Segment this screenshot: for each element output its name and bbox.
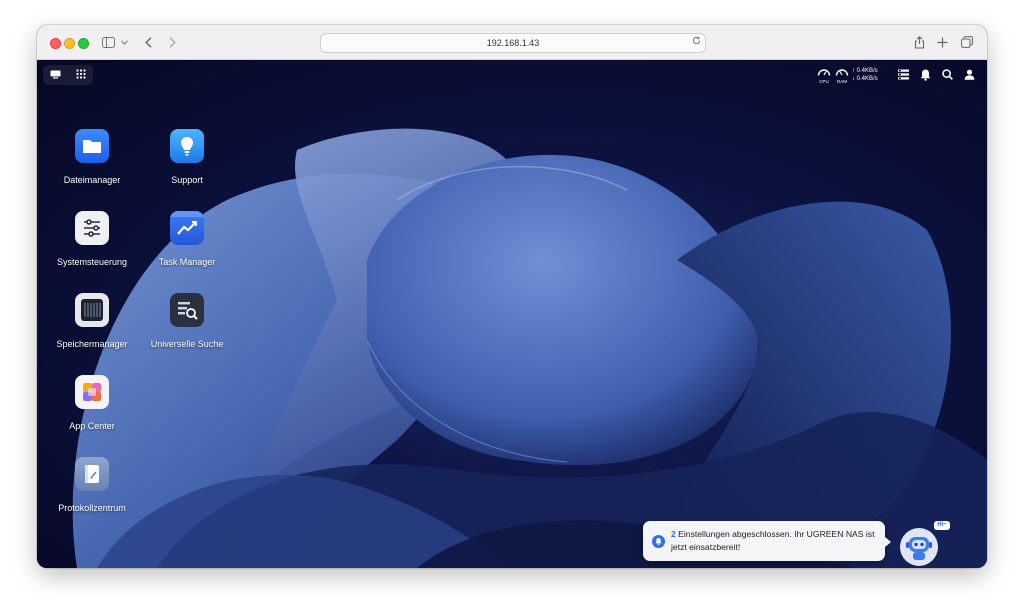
app-protokollzentrum[interactable]: Protokollzentrum xyxy=(42,457,142,513)
url-text: 192.168.1.43 xyxy=(486,38,540,48)
app-label: Dateimanager xyxy=(63,175,121,185)
app-systemsteuerung[interactable]: Systemsteuerung xyxy=(42,211,142,267)
tabs-overview-icon[interactable] xyxy=(960,34,974,50)
notifications-bell-icon[interactable] xyxy=(920,69,931,84)
chevron-down-icon[interactable] xyxy=(120,34,128,50)
download-rate: 0.4KB/s xyxy=(856,76,878,82)
browser-toolbar: 192.168.1.43 xyxy=(37,25,987,60)
app-label: Systemsteuerung xyxy=(56,257,128,267)
setup-notification[interactable]: 2 Einstellungen abgeschlossen. Ihr UGREE… xyxy=(643,521,891,561)
app-label: App Center xyxy=(69,421,115,431)
cpu-gauge-icon xyxy=(817,69,831,76)
search-icon[interactable] xyxy=(942,69,953,83)
network-rates[interactable]: ↑ 0.4KB/s ↓ 0.4KB/s xyxy=(852,67,878,83)
app-support[interactable]: Support xyxy=(137,129,237,185)
lightbulb-icon xyxy=(170,129,204,163)
log-icon xyxy=(75,457,109,491)
grid-icon[interactable] xyxy=(76,66,86,84)
user-icon[interactable] xyxy=(964,69,975,83)
address-bar[interactable]: 192.168.1.43 xyxy=(320,33,706,53)
nas-topbar: CPU RAM ↑ 0.4KB/s ↓ 0.4KB/s xyxy=(37,60,987,90)
desktop-switcher[interactable] xyxy=(43,65,93,85)
browser-window: 192.168.1.43 CPU RAM ↑ 0.4KB/s ↓ 0.4KB/s… xyxy=(37,25,987,568)
chart-icon xyxy=(170,211,204,245)
ram-label: RAM xyxy=(837,79,847,84)
sidebar-icon[interactable] xyxy=(101,34,115,50)
ram-gauge[interactable]: RAM xyxy=(834,67,850,84)
notification-bell-icon xyxy=(652,535,665,548)
app-center-icon xyxy=(75,375,109,409)
app-label: Support xyxy=(171,175,203,185)
share-icon[interactable] xyxy=(913,34,925,50)
app-label: Universelle Suche xyxy=(150,339,224,349)
assistant-greeting: Hi~ xyxy=(934,521,950,530)
app-label: Task Manager xyxy=(158,257,216,267)
app-label: Speichermanager xyxy=(56,339,128,349)
close-window-button[interactable] xyxy=(50,38,61,49)
notification-tail xyxy=(885,537,891,547)
nas-desktop: CPU RAM ↑ 0.4KB/s ↓ 0.4KB/s Dateimanager… xyxy=(37,60,987,568)
zoom-window-button[interactable] xyxy=(78,38,89,49)
app-speichermanager[interactable]: Speichermanager xyxy=(42,293,142,349)
new-tab-icon[interactable] xyxy=(936,34,948,50)
reload-icon[interactable] xyxy=(692,36,701,48)
search-doc-icon xyxy=(170,293,204,327)
cpu-label: CPU xyxy=(819,79,829,84)
assistant-robot-icon[interactable] xyxy=(899,527,939,567)
forward-icon[interactable] xyxy=(167,34,177,50)
notification-text: 2 Einstellungen abgeschlossen. Ihr UGREE… xyxy=(671,528,879,554)
app-label: Protokollzentrum xyxy=(58,503,126,513)
app-app-center[interactable]: App Center xyxy=(42,375,142,431)
folder-icon xyxy=(75,129,109,163)
back-icon[interactable] xyxy=(143,34,153,50)
task-list-icon[interactable] xyxy=(898,69,909,83)
ram-gauge-icon xyxy=(835,69,849,76)
upload-arrow-icon: ↑ xyxy=(852,68,855,74)
storage-icon xyxy=(75,293,109,327)
notification-message: Einstellungen abgeschlossen. Ihr UGREEN … xyxy=(671,529,875,552)
minimize-window-button[interactable] xyxy=(64,38,75,49)
sliders-icon xyxy=(75,211,109,245)
upload-rate: 0.4KB/s xyxy=(856,68,878,74)
download-arrow-icon: ↓ xyxy=(852,76,855,82)
app-dateimanager[interactable]: Dateimanager xyxy=(42,129,142,185)
app-universelle-suche[interactable]: Universelle Suche xyxy=(137,293,237,349)
monitor-icon[interactable] xyxy=(50,66,61,84)
app-task-manager[interactable]: Task Manager xyxy=(137,211,237,267)
cpu-gauge[interactable]: CPU xyxy=(816,67,832,84)
